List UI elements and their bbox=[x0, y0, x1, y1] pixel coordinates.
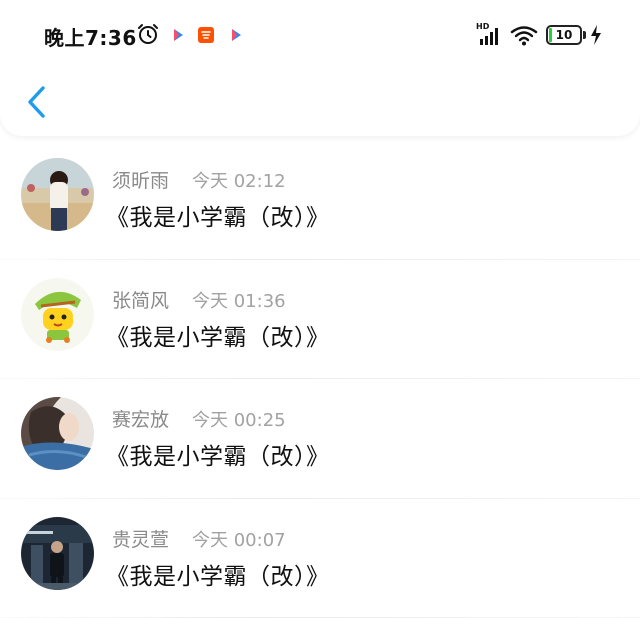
signal-icon bbox=[480, 28, 498, 45]
list-item[interactable]: 须昕雨 今天 02:12 《我是小学霸（改）》 bbox=[0, 140, 640, 260]
message-time: 今天 02:12 bbox=[192, 171, 286, 192]
battery-nub bbox=[583, 31, 586, 39]
battery-indicator: 10 bbox=[546, 25, 582, 45]
alarm-clock-icon bbox=[138, 24, 158, 44]
screen: 晚上7:36 HD 10 须昕雨 今天 02:12 《我是小学霸（改）》 张简风… bbox=[0, 0, 640, 618]
wifi-icon bbox=[510, 26, 538, 46]
battery-level: 10 bbox=[555, 28, 573, 42]
video-app-icon bbox=[174, 29, 183, 41]
lightning-icon bbox=[591, 25, 601, 45]
sender-name: 赛宏放 bbox=[112, 409, 170, 431]
video-app-icon-2 bbox=[232, 29, 241, 41]
sender-name: 张简风 bbox=[112, 289, 170, 312]
taobao-app-icon bbox=[198, 27, 214, 43]
sender-name: 贵灵萱 bbox=[112, 528, 170, 551]
avatar[interactable] bbox=[21, 516, 94, 590]
status-bar: 晚上7:36 HD 10 bbox=[0, 18, 640, 54]
message-text: 《我是小学霸（改）》 bbox=[106, 444, 330, 470]
avatar[interactable] bbox=[21, 158, 94, 231]
message-time: 今天 01:36 bbox=[192, 290, 286, 312]
list-item[interactable]: 赛宏放 今天 00:25 《我是小学霸（改）》 bbox=[0, 379, 640, 499]
status-time: 晚上7:36 bbox=[44, 26, 137, 50]
message-list: 须昕雨 今天 02:12 《我是小学霸（改）》 张简风 今天 01:36 《我是… bbox=[0, 140, 640, 618]
avatar[interactable] bbox=[21, 397, 94, 470]
header: 晚上7:36 HD 10 bbox=[0, 0, 640, 136]
list-item[interactable]: 贵灵萱 今天 00:07 《我是小学霸（改）》 bbox=[0, 499, 640, 618]
list-item[interactable]: 张简风 今天 01:36 《我是小学霸（改）》 bbox=[0, 260, 640, 379]
sender-name: 须昕雨 bbox=[112, 170, 170, 192]
message-text: 《我是小学霸（改）》 bbox=[106, 205, 330, 231]
message-text: 《我是小学霸（改）》 bbox=[106, 563, 330, 590]
avatar[interactable] bbox=[21, 277, 94, 351]
message-time: 今天 00:07 bbox=[192, 529, 286, 551]
message-time: 今天 00:25 bbox=[192, 410, 286, 431]
back-button[interactable] bbox=[18, 82, 54, 122]
chevron-left-icon bbox=[28, 86, 45, 118]
message-text: 《我是小学霸（改）》 bbox=[106, 324, 330, 351]
